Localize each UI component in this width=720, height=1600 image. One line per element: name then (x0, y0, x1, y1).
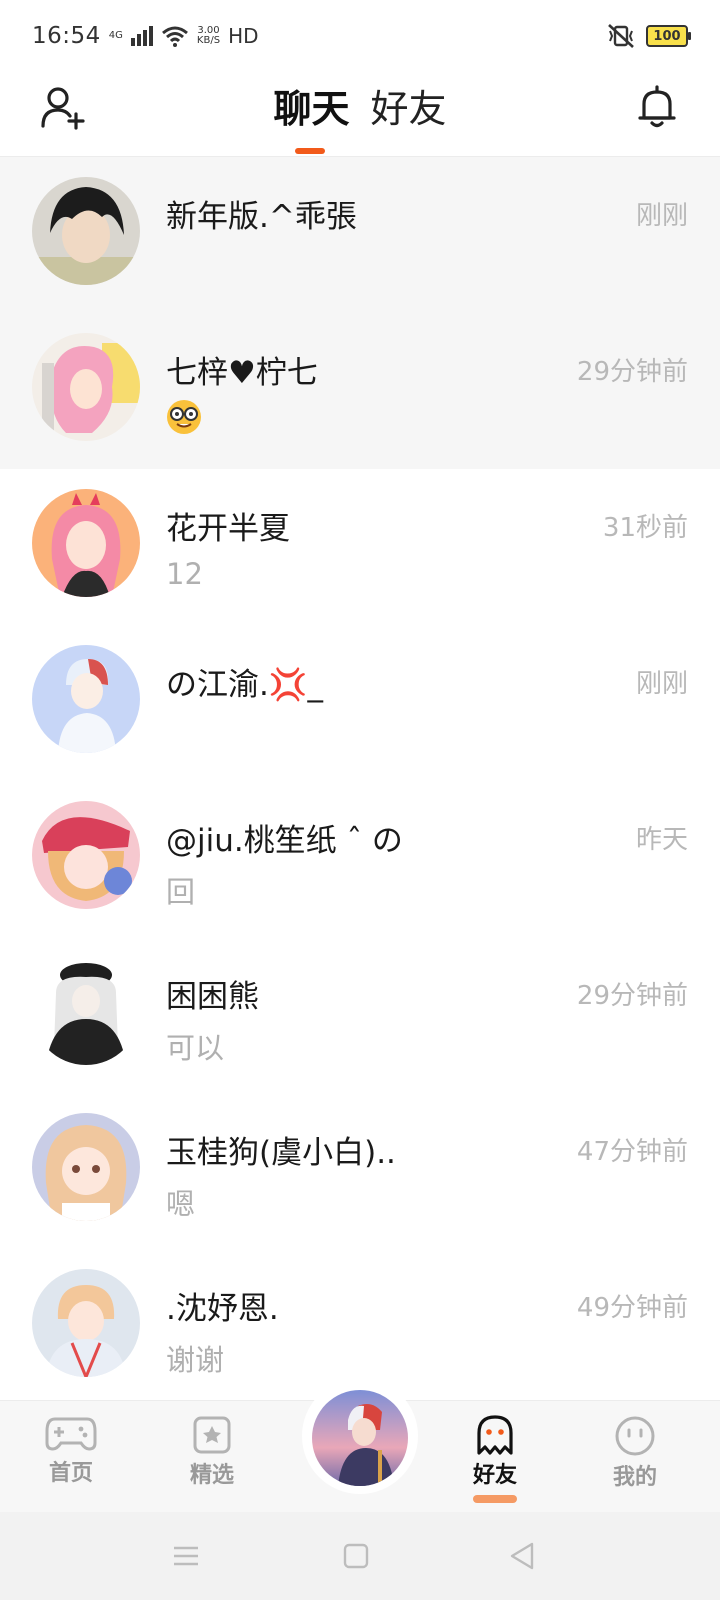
gamepad-icon (45, 1417, 97, 1451)
tab-friends[interactable]: 好友 (371, 78, 447, 133)
avatar (32, 1269, 140, 1377)
chat-row[interactable]: 困困熊 可以 29分钟前 (0, 937, 720, 1093)
center-avatar-button[interactable] (312, 1390, 408, 1486)
speed-unit: KB/S (196, 35, 221, 46)
chat-row[interactable]: の江渝.💢_ 刚刚 (0, 625, 720, 781)
chat-name: の江渝.💢_ (166, 667, 323, 703)
nav-friends[interactable]: 好友 (445, 1415, 545, 1503)
chat-preview: 谢谢 (166, 1343, 225, 1377)
avatar (32, 957, 140, 1065)
vibrate-mute-icon (608, 24, 634, 48)
chat-time: 29分钟前 (576, 981, 688, 1011)
network-speed: 3.00 KB/S (197, 26, 220, 46)
chat-time: 刚刚 (635, 201, 688, 231)
avatar (32, 489, 140, 597)
nav-featured-label: 精选 (189, 1463, 234, 1488)
battery-level: 100 (653, 28, 681, 44)
hd-label: HD (228, 24, 259, 48)
chat-time: 29分钟前 (576, 357, 688, 387)
nav-active-underline (473, 1495, 517, 1503)
nav-friends-label: 好友 (472, 1463, 517, 1488)
chat-list: 新年版.^乖張 刚刚 七梓♥柠七 29分钟前 花开半夏 12 31秒前 の江渝.… (0, 157, 720, 1405)
back-triangle-icon[interactable] (506, 1540, 538, 1572)
chat-name: 玉桂狗(虞小白).. (166, 1135, 396, 1171)
ghost-icon (477, 1415, 513, 1455)
smiley-icon (615, 1416, 655, 1456)
nav-me-label: 我的 (612, 1465, 657, 1490)
nav-me[interactable]: 我的 (585, 1415, 685, 1491)
chat-name: 困困熊 (166, 979, 259, 1015)
chat-name: .沈妤恩. (166, 1291, 279, 1327)
chat-row[interactable]: 玉桂狗(虞小白).. 嗯 47分钟前 (0, 1093, 720, 1249)
chat-row[interactable]: 花开半夏 12 31秒前 (0, 469, 720, 625)
chat-name: 七梓♥柠七 (166, 355, 318, 391)
chat-time: 刚刚 (635, 669, 688, 699)
chat-preview: 嗯 (166, 1187, 196, 1221)
star-bookmark-icon (193, 1416, 231, 1454)
menu-icon[interactable] (170, 1540, 202, 1572)
tab-bar: 聊天 好友 (0, 78, 720, 133)
chat-row[interactable]: @jiu.桃笙纸 ˆ の 回 昨天 (0, 781, 720, 937)
chat-time: 47分钟前 (576, 1137, 688, 1167)
nav-home-label: 首页 (48, 1461, 93, 1486)
chat-name: 花开半夏 (166, 511, 290, 547)
chat-name: @jiu.桃笙纸 ˆ の (166, 823, 403, 859)
network-type: 4G (108, 30, 123, 41)
system-nav-bar (0, 1512, 720, 1600)
chat-name: 新年版.^乖張 (166, 199, 357, 235)
avatar (32, 177, 140, 285)
chat-time: 49分钟前 (576, 1293, 688, 1323)
tab-chat[interactable]: 聊天 (273, 78, 349, 133)
status-left: 16:54 4G 3.00 KB/S HD (32, 23, 259, 49)
chat-row[interactable]: 七梓♥柠七 29分钟前 (0, 313, 720, 469)
chat-row[interactable]: 新年版.^乖張 刚刚 (0, 157, 720, 313)
avatar (32, 333, 140, 441)
chat-preview: 可以 (166, 1031, 225, 1065)
chat-time: 31秒前 (602, 513, 688, 543)
avatar (32, 645, 140, 753)
home-square-icon[interactable] (340, 1540, 372, 1572)
nav-home[interactable]: 首页 (21, 1415, 121, 1487)
battery-icon: 100 (646, 25, 691, 47)
top-header: 聊天 好友 (0, 72, 720, 157)
chat-time: 昨天 (635, 825, 688, 855)
status-right: 100 (606, 23, 691, 49)
chat-preview: 回 (166, 875, 196, 909)
avatar (32, 801, 140, 909)
signal-icon (130, 26, 153, 46)
wifi-icon (161, 26, 188, 47)
chat-preview: 12 (166, 557, 203, 591)
nav-featured[interactable]: 精选 (162, 1415, 262, 1489)
bell-icon[interactable] (634, 84, 680, 130)
status-bar: 16:54 4G 3.00 KB/S HD 100 (0, 0, 720, 72)
avatar (32, 1113, 140, 1221)
status-time: 16:54 (32, 23, 101, 49)
nerd-face-emoji-icon (167, 400, 201, 434)
active-tab-indicator (295, 148, 325, 154)
